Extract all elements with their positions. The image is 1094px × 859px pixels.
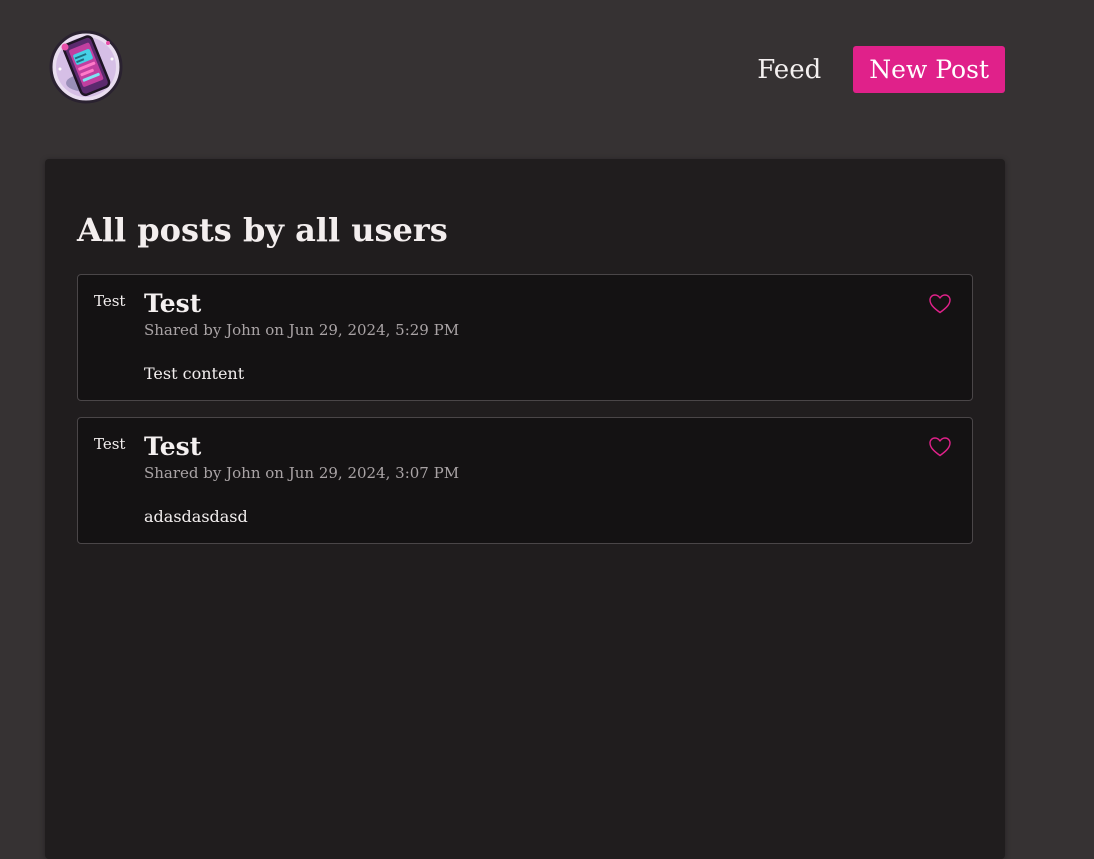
post-title[interactable]: Test	[144, 289, 201, 318]
post-title[interactable]: Test	[144, 432, 201, 461]
post-content: adasdasdasd	[144, 507, 248, 526]
post-meta: Shared by John on Jun 29, 2024, 3:07 PM	[144, 464, 460, 482]
post-tag[interactable]: Test	[94, 435, 125, 453]
nav-feed-link[interactable]: Feed	[757, 47, 821, 93]
site-header: Feed New Post	[0, 0, 1094, 140]
posts-panel: All posts by all users Test Test Shared …	[45, 159, 1005, 859]
post-content: Test content	[144, 364, 245, 383]
post-meta: Shared by John on Jun 29, 2024, 5:29 PM	[144, 321, 460, 339]
heart-outline-icon	[929, 294, 951, 314]
post-tag[interactable]: Test	[94, 292, 125, 310]
app-logo[interactable]	[48, 29, 124, 105]
page-title: All posts by all users	[77, 211, 448, 249]
like-button[interactable]	[928, 435, 952, 459]
phone-logo-icon	[49, 30, 123, 104]
new-post-button[interactable]: New Post	[853, 46, 1005, 93]
post-card: Test Test Shared by John on Jun 29, 2024…	[77, 274, 973, 401]
top-nav: Feed New Post	[757, 46, 1005, 93]
heart-outline-icon	[929, 437, 951, 457]
like-button[interactable]	[928, 292, 952, 316]
post-card: Test Test Shared by John on Jun 29, 2024…	[77, 417, 973, 544]
